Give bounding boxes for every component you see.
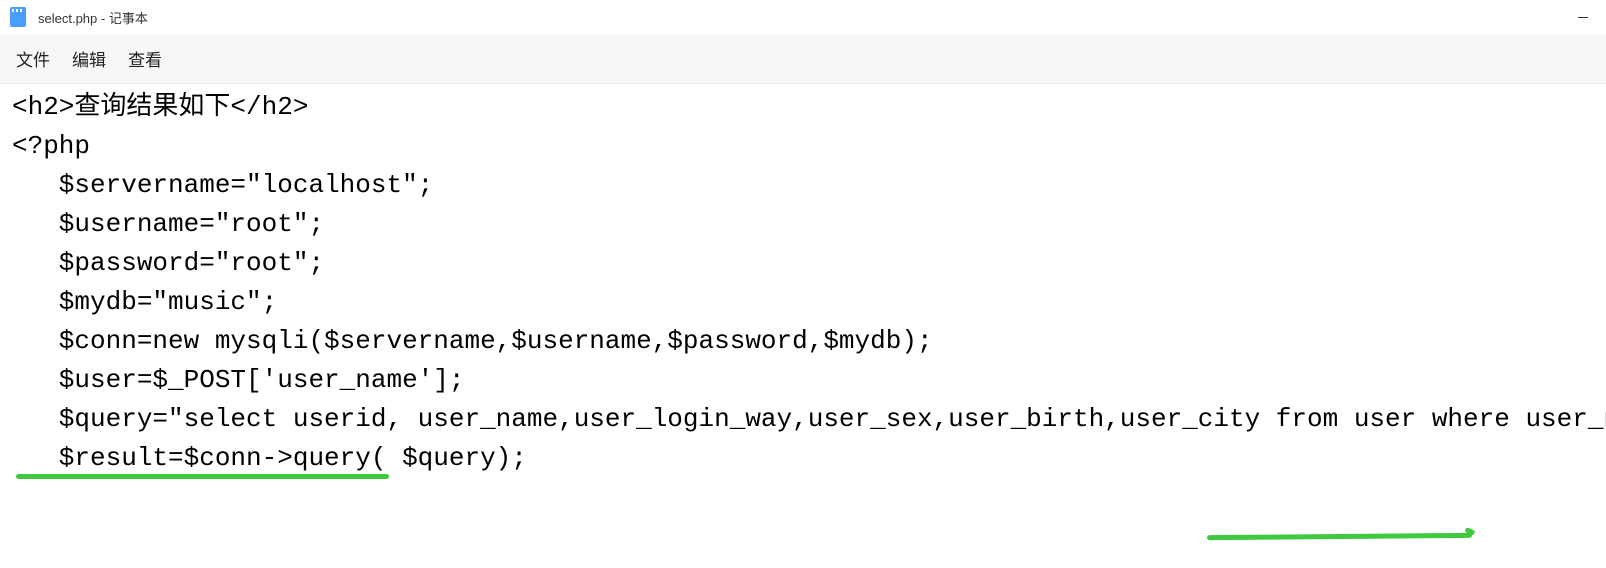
code-line: $user=$_POST['user_name']; [12,361,1594,400]
minimize-icon [1578,17,1588,18]
code-line: $result=$conn->query( $query); [12,439,1594,478]
code-line: $conn=new mysqli($servername,$username,$… [12,322,1594,361]
annotation-underline [16,474,389,479]
code-line: <?php [12,127,1594,166]
editor-area[interactable]: <h2>查询结果如下</h2> <?php $servername="local… [0,84,1606,480]
annotation-underline [1207,533,1472,540]
window-title: select.php - 记事本 [38,8,148,27]
code-line: $query="select userid, user_name,user_lo… [12,400,1594,439]
code-line: <h2>查询结果如下</h2> [12,88,1594,127]
code-line: $servername="localhost"; [12,166,1594,205]
menu-file[interactable]: 文件 [12,40,68,77]
code-line: $password="root"; [12,244,1594,283]
menu-edit[interactable]: 编辑 [68,40,124,77]
code-line: $mydb="music"; [12,283,1594,322]
titlebar: select.php - 记事本 [0,0,1606,34]
code-line: $username="root"; [12,205,1594,244]
minimize-button[interactable] [1560,0,1606,34]
notepad-icon [10,7,26,27]
window-controls [1560,0,1606,34]
menubar: 文件 编辑 查看 [0,34,1606,84]
menu-view[interactable]: 查看 [124,40,180,77]
